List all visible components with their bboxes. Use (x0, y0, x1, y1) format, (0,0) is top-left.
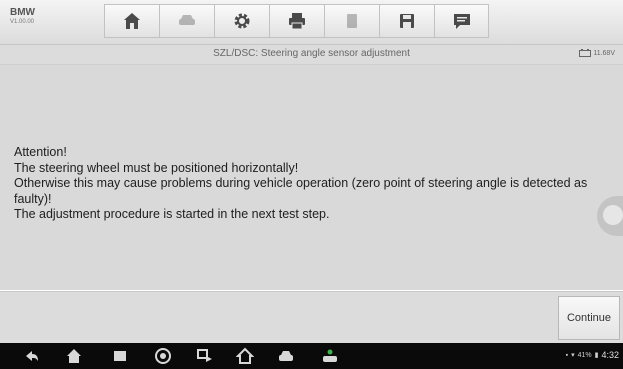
help-icon (347, 14, 357, 28)
message-line: Attention! (14, 145, 67, 159)
car-battery-icon (579, 49, 592, 57)
gear-icon (234, 13, 250, 29)
help-button[interactable] (324, 4, 379, 38)
data-logging-button[interactable] (434, 4, 489, 38)
clock: 4:32 (601, 350, 619, 360)
message-line: Otherwise this may cause problems during… (14, 176, 588, 206)
toolbar-button-group (104, 4, 489, 38)
vehicle-swap-button[interactable] (159, 4, 214, 38)
wifi-icon: ▾ (571, 352, 575, 359)
screenshot-icon[interactable] (195, 346, 215, 366)
page-title: SZL/DSC: Steering angle sensor adjustmen… (213, 48, 410, 59)
home-icon (124, 13, 140, 29)
vehicle-swap-icon (179, 15, 195, 25)
message-icon (453, 14, 470, 29)
maxisys-home-icon[interactable] (235, 346, 255, 366)
message-line: The adjustment procedure is started in t… (14, 207, 330, 221)
home-button[interactable] (104, 4, 159, 38)
browser-icon[interactable] (153, 346, 173, 366)
recent-apps-icon[interactable] (110, 346, 130, 366)
save-button[interactable] (379, 4, 434, 38)
top-toolbar: BMW V1.00.00 (0, 0, 623, 45)
settings-button[interactable] (214, 4, 269, 38)
instruction-message: Attention! The steering wheel must be po… (14, 145, 614, 223)
battery-percent: 41% (577, 351, 592, 359)
message-panel: Attention! The steering wheel must be po… (0, 65, 623, 290)
battery-icon: ▮ (594, 352, 599, 359)
function-title-bar: SZL/DSC: Steering angle sensor adjustmen… (0, 45, 623, 65)
voltage-value: 11.68V (593, 49, 615, 57)
system-navigation-bar: ▪ ▾ 41% ▮ 4:32 (0, 343, 623, 369)
app-identifier: BMW V1.00.00 (10, 7, 90, 27)
continue-button[interactable]: Continue (558, 296, 620, 340)
save-icon (400, 14, 414, 28)
notification-icon: ▪ (565, 351, 569, 359)
back-icon[interactable] (22, 346, 42, 366)
vci-icon[interactable] (276, 346, 296, 366)
handle-knob (603, 205, 623, 225)
remote-desk-icon[interactable] (320, 346, 340, 366)
status-area: ▪ ▾ 41% ▮ 4:32 (566, 350, 619, 360)
battery-voltage: 11.68V (579, 49, 615, 57)
message-line: The steering wheel must be positioned ho… (14, 160, 299, 175)
action-footer: Continue (0, 291, 623, 343)
printer-icon (289, 13, 305, 30)
home-icon[interactable] (64, 346, 84, 366)
app-version: V1.00.00 (10, 19, 35, 25)
app-name: BMW (10, 7, 35, 18)
print-button[interactable] (269, 4, 324, 38)
